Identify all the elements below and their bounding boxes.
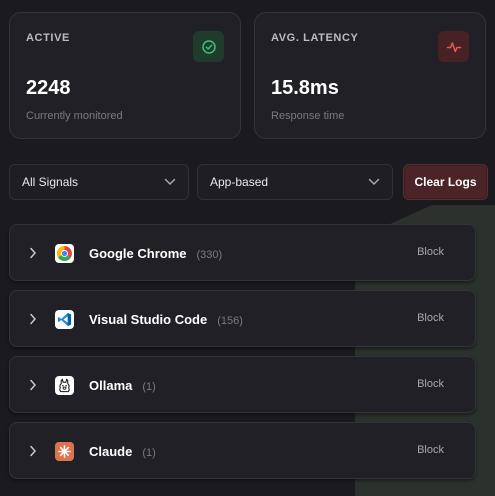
stat-subtitle: Response time [271,110,345,122]
stat-label: AVG. LATENCY [271,32,359,44]
chevron-right-icon[interactable] [27,378,39,392]
active-stat-card: ACTIVE 2248 Currently monitored [9,12,241,139]
block-button[interactable]: Block [417,312,444,324]
filter-bar: All Signals App-based Clear Logs [9,164,488,200]
chevron-down-icon [368,175,380,189]
latency-stat-card: AVG. LATENCY 15.8ms Response time [254,12,486,139]
event-count: (1) [142,381,156,393]
block-button[interactable]: Block [417,444,444,456]
app-row-ollama[interactable]: Ollama (1) Block [9,356,476,413]
app-row-vscode[interactable]: Visual Studio Code (156) Block [9,290,476,347]
app-row-claude[interactable]: Claude (1) Block [9,422,476,479]
block-button[interactable]: Block [417,246,444,258]
app-name: Ollama (1) [89,378,156,393]
stats-row: ACTIVE 2248 Currently monitored AVG. LAT… [9,12,486,139]
chevron-right-icon[interactable] [27,444,39,458]
event-count: (156) [217,315,243,327]
chevron-right-icon[interactable] [27,246,39,260]
stat-value: 2248 [26,77,71,99]
vscode-icon [55,310,74,329]
grouping-value: App-based [210,175,269,189]
app-name: Claude (1) [89,444,156,459]
app-row-chrome[interactable]: Google Chrome (330) Block [9,224,476,281]
app-name: Visual Studio Code (156) [89,312,243,327]
block-button[interactable]: Block [417,378,444,390]
chevron-down-icon [164,175,176,189]
event-count: (330) [196,249,223,261]
app-name: Google Chrome (330) [89,246,223,261]
activity-icon [438,31,469,62]
app-list: Google Chrome (330) Block Visual Studio C… [9,224,476,488]
claude-icon [55,442,74,461]
stat-label: ACTIVE [26,32,70,44]
ollama-icon [55,376,74,395]
clear-logs-button[interactable]: Clear Logs [403,164,488,200]
signal-filter-value: All Signals [22,175,79,189]
check-circle-icon [193,31,224,62]
chevron-right-icon[interactable] [27,312,39,326]
event-count: (1) [142,447,156,459]
signal-filter-select[interactable]: All Signals [9,164,189,200]
stat-value: 15.8ms [271,77,339,99]
stat-subtitle: Currently monitored [26,110,123,122]
chrome-icon [55,244,74,263]
grouping-select[interactable]: App-based [197,164,393,200]
